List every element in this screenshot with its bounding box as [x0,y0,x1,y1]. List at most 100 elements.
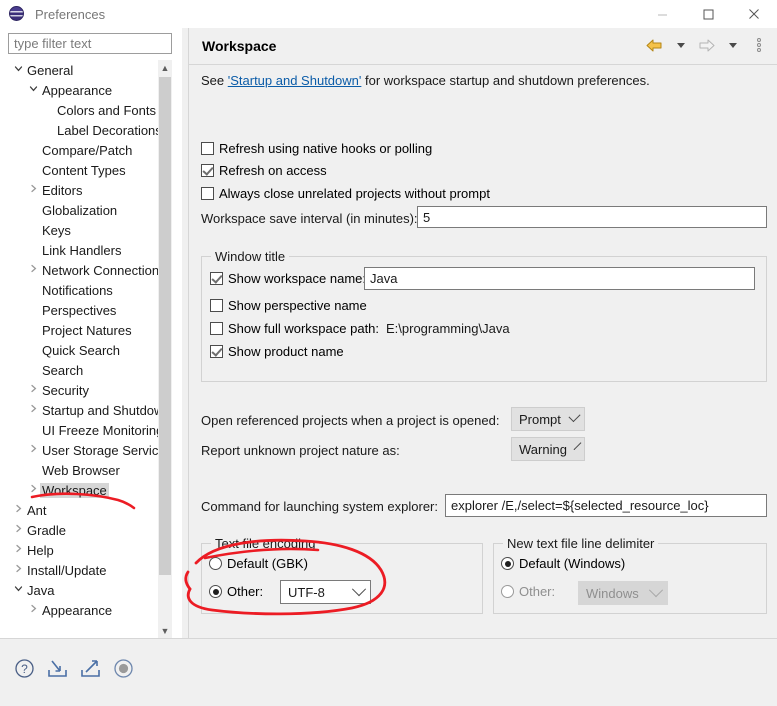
checkbox-box[interactable] [210,299,223,312]
checkbox-box[interactable] [201,187,214,200]
radio-circle[interactable] [501,585,514,598]
back-arrow-icon[interactable] [643,34,666,56]
sidebar-item-ui-freeze-monitoring[interactable]: UI Freeze Monitoring [8,420,158,440]
chevron-down-icon[interactable] [12,64,25,76]
save-interval-input[interactable]: 5 [417,206,767,228]
chevron-down-icon[interactable] [12,584,25,596]
footer-icon-bar: ? [12,656,135,680]
checkbox-box[interactable] [210,272,223,285]
import-icon[interactable] [45,656,69,680]
sidebar-item-label-decorations[interactable]: Label Decorations [8,120,158,140]
radio-encoding-default[interactable]: Default (GBK) [209,556,308,571]
radio-delimiter-default[interactable]: Default (Windows) [501,556,625,571]
forward-arrow-icon[interactable] [695,34,718,56]
chevron-right-icon[interactable] [27,264,40,276]
radio-delimiter-other[interactable]: Other: [501,584,555,599]
sidebar-item-appearance[interactable]: Appearance [8,600,158,620]
radio-encoding-other[interactable]: Other: [209,584,263,599]
chevron-right-icon[interactable] [12,504,25,516]
checkbox-box[interactable] [210,322,223,335]
checkbox-box[interactable] [210,345,223,358]
sidebar-item-web-browser[interactable]: Web Browser [8,460,158,480]
text-file-encoding-label: Text file encoding [211,536,320,551]
sidebar-item-colors-and-fonts[interactable]: Colors and Fonts [8,100,158,120]
scrollbar-thumb[interactable] [159,77,171,575]
sidebar-item-content-types[interactable]: Content Types [8,160,158,180]
scroll-down-icon[interactable]: ▼ [158,623,172,638]
encoding-select[interactable]: UTF-8 [280,580,371,604]
workspace-name-input[interactable]: Java [364,267,755,290]
export-icon[interactable] [78,656,102,680]
tree-list[interactable]: General Appearance Colors and Fonts Label D… [8,60,158,638]
open-referenced-select[interactable]: Prompt [511,407,585,431]
sidebar-item-notifications[interactable]: Notifications [8,280,158,300]
sidebar-item-compare-patch[interactable]: Compare/Patch [8,140,158,160]
radio-circle[interactable] [209,557,222,570]
sidebar-item-network-connections[interactable]: Network Connections [8,260,158,280]
sidebar-item-perspectives[interactable]: Perspectives [8,300,158,320]
maximize-icon[interactable] [685,0,731,28]
open-referenced-value: Prompt [519,411,561,427]
sidebar-item-globalization[interactable]: Globalization [8,200,158,220]
chevron-right-icon[interactable] [27,484,40,496]
checkbox-label: Show product name [228,344,344,359]
help-icon[interactable]: ? [12,656,36,680]
chevron-right-icon[interactable] [27,404,40,416]
sidebar-item-help[interactable]: Help [8,540,158,560]
chevron-right-icon[interactable] [27,384,40,396]
sidebar-item-startup-and-shutdown[interactable]: Startup and Shutdown [8,400,158,420]
chevron-right-icon[interactable] [27,604,40,616]
sidebar-item-quick-search[interactable]: Quick Search [8,340,158,360]
checkbox-show-product-name[interactable]: Show product name [210,344,344,359]
sidebar-item-gradle[interactable]: Gradle [8,520,158,540]
page-body: See 'Startup and Shutdown' for workspace… [189,65,777,664]
chevron-right-icon[interactable] [12,544,25,556]
checkbox-show-perspective-name[interactable]: Show perspective name [210,298,367,313]
command-explorer-input[interactable]: explorer /E,/select=${selected_resource_… [445,494,767,517]
minimize-icon[interactable] [639,0,685,28]
eclipse-globe-icon [9,5,26,23]
scroll-up-icon[interactable]: ▲ [158,60,172,75]
sidebar-item-appearance[interactable]: Appearance [8,80,158,100]
sidebar-item-editors[interactable]: Editors [8,180,158,200]
sidebar-item-project-natures[interactable]: Project Natures [8,320,158,340]
report-nature-select[interactable]: Warning [511,437,585,461]
chevron-right-icon[interactable] [12,564,25,576]
view-menu-icon[interactable] [747,34,770,56]
chevron-down-icon[interactable] [27,84,40,96]
sidebar-item-label: Project Natures [42,322,132,338]
chevron-right-icon[interactable] [12,524,25,536]
checkbox-refresh-on-access[interactable]: Refresh on access [201,163,327,178]
checkbox-always-close-unrelated[interactable]: Always close unrelated projects without … [201,186,490,201]
record-icon[interactable] [111,656,135,680]
checkbox-box[interactable] [201,164,214,177]
forward-history-chevron-down-icon[interactable] [721,34,744,56]
checkbox-show-workspace-name[interactable]: Show workspace name: [210,271,366,286]
startup-shutdown-link[interactable]: 'Startup and Shutdown' [228,73,362,88]
tree-vertical-scrollbar[interactable]: ▲ ▼ [158,60,172,638]
sidebar-item-install-update[interactable]: Install/Update [8,560,158,580]
sidebar-item-keys[interactable]: Keys [8,220,158,240]
sidebar-item-link-handlers[interactable]: Link Handlers [8,240,158,260]
sidebar-item-label: Web Browser [42,462,120,478]
sidebar-item-workspace[interactable]: Workspace [8,480,158,500]
sidebar-item-java[interactable]: Java [8,580,158,600]
full-workspace-path-value: E:\programming\Java [386,321,510,336]
chevron-down-icon [351,582,367,597]
chevron-right-icon[interactable] [27,444,40,456]
close-icon[interactable] [731,0,777,28]
back-history-chevron-down-icon[interactable] [669,34,692,56]
checkbox-refresh-native-hooks[interactable]: Refresh using native hooks or polling [201,141,432,156]
checkbox-label: Refresh using native hooks or polling [219,141,433,156]
sidebar-item-user-storage-service[interactable]: User Storage Service [8,440,158,460]
sidebar-item-ant[interactable]: Ant [8,500,158,520]
filter-input[interactable]: type filter text [8,33,172,54]
sidebar-item-security[interactable]: Security [8,380,158,400]
chevron-right-icon[interactable] [27,184,40,196]
sidebar-item-general[interactable]: General [8,60,158,80]
radio-circle[interactable] [209,585,222,598]
checkbox-show-full-workspace-path[interactable]: Show full workspace path: [210,321,379,336]
sidebar-item-search[interactable]: Search [8,360,158,380]
checkbox-box[interactable] [201,142,214,155]
radio-circle[interactable] [501,557,514,570]
